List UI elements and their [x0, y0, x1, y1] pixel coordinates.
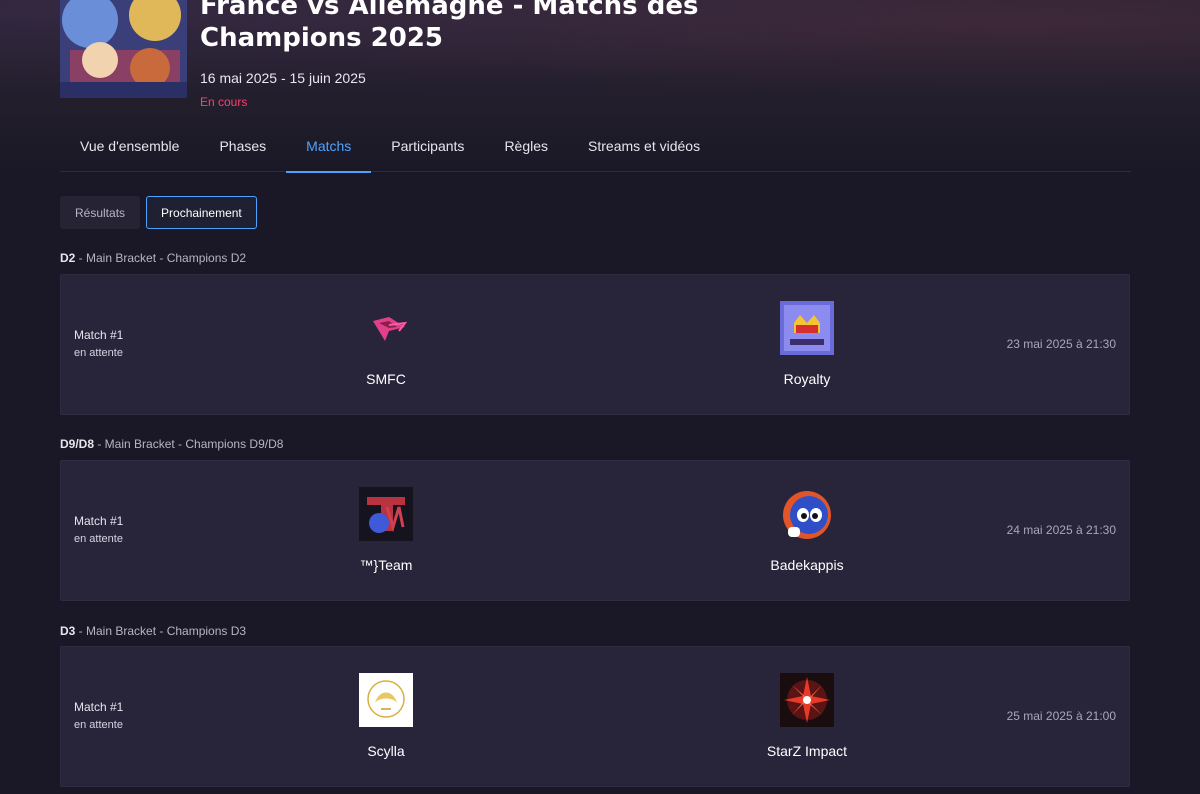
tournament-status: En cours — [200, 95, 248, 109]
tournament-cover-image — [60, 0, 187, 98]
home-team[interactable]: SMFC — [306, 301, 466, 387]
tab-rules[interactable]: Règles — [484, 120, 568, 172]
match-number: Match #1 — [74, 514, 124, 528]
tournament-dates: 16 mai 2025 - 15 juin 2025 — [200, 70, 366, 86]
away-team[interactable]: Badekappis — [727, 487, 887, 573]
team-name: Royalty — [783, 371, 831, 387]
royalty-logo-icon — [780, 301, 834, 355]
team-name: SMFC — [366, 371, 406, 387]
team-name: ™}Team — [359, 557, 413, 573]
tab-streams[interactable]: Streams et vidéos — [568, 120, 720, 172]
group-heading: D3 - Main Bracket - Champions D3 — [60, 624, 246, 638]
bracket-label: - Main Bracket - Champions D2 — [75, 251, 247, 265]
bracket-label: - Main Bracket - Champions D3 — [75, 624, 247, 638]
group-heading: D9/D8 - Main Bracket - Champions D9/D8 — [60, 437, 283, 451]
home-team[interactable]: ™}Team — [306, 487, 466, 573]
scylla-logo-icon — [359, 673, 413, 727]
bracket-label: - Main Bracket - Champions D9/D8 — [94, 437, 284, 451]
match-state: en attente — [74, 719, 123, 731]
tab-participants[interactable]: Participants — [371, 120, 484, 172]
team-name: Badekappis — [770, 557, 844, 573]
upcoming-filter-button[interactable]: Prochainement — [146, 196, 257, 229]
match-info: Match #1 en attente — [74, 328, 123, 359]
tab-overview[interactable]: Vue d'ensemble — [60, 120, 199, 172]
match-date: 25 mai 2025 à 21:00 — [1006, 709, 1116, 723]
tab-phases[interactable]: Phases — [199, 120, 286, 172]
match-state: en attente — [74, 533, 123, 545]
away-team[interactable]: StarZ Impact — [727, 673, 887, 759]
match-card[interactable]: Match #1 en attente Scylla StarZ Impact … — [60, 646, 1130, 787]
match-state: en attente — [74, 347, 123, 359]
tm-team-logo-icon — [359, 487, 413, 541]
smfc-logo-icon — [359, 301, 413, 355]
match-filters: Résultats Prochainement — [60, 196, 257, 229]
tournament-tabs: Vue d'ensemble Phases Matchs Participant… — [60, 120, 1131, 173]
tournament-title: France vs Allemagne - Matchs des Champio… — [200, 0, 699, 53]
division-label: D9/D8 — [60, 437, 95, 451]
away-team[interactable]: Royalty — [727, 301, 887, 387]
home-team[interactable]: Scylla — [306, 673, 466, 759]
division-label: D3 — [60, 624, 76, 638]
match-number: Match #1 — [74, 328, 124, 342]
match-card[interactable]: Match #1 en attente ™}Team Badekappis 24… — [60, 460, 1130, 601]
division-label: D2 — [60, 251, 76, 265]
match-date: 24 mai 2025 à 21:30 — [1006, 523, 1116, 537]
tab-matches[interactable]: Matchs — [286, 120, 372, 173]
team-name: StarZ Impact — [766, 743, 848, 759]
badekappis-logo-icon — [780, 487, 834, 541]
group-heading: D2 - Main Bracket - Champions D2 — [60, 251, 246, 265]
results-filter-button[interactable]: Résultats — [60, 196, 141, 229]
match-card[interactable]: Match #1 en attente SMFC Royalty 23 mai … — [60, 274, 1130, 415]
team-name: Scylla — [367, 743, 405, 759]
match-info: Match #1 en attente — [74, 700, 123, 731]
match-number: Match #1 — [74, 700, 124, 714]
match-info: Match #1 en attente — [74, 514, 123, 545]
starz-impact-logo-icon — [780, 673, 834, 727]
match-date: 23 mai 2025 à 21:30 — [1006, 337, 1116, 351]
